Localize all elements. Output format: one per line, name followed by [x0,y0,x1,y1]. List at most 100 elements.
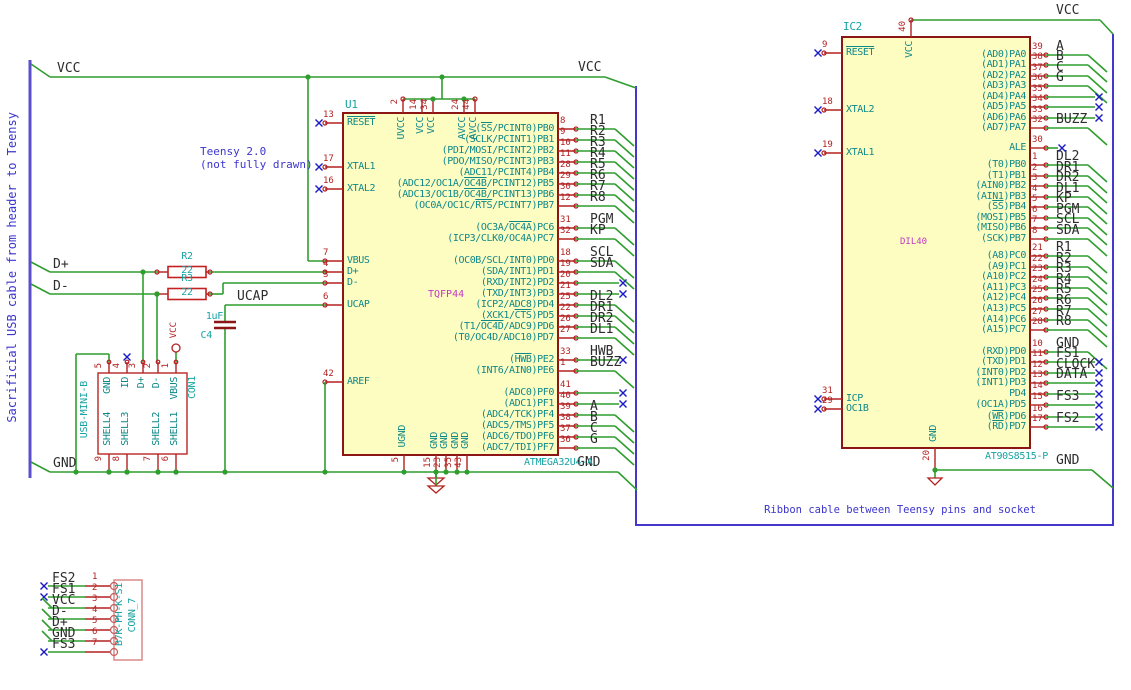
ic2-pin-number: 34 [1032,94,1043,104]
junction-dot [322,469,328,475]
u1-pin-name: (HWB)PE2 [509,354,554,365]
net-label-buzz[interactable]: BUZZ [1056,112,1087,127]
u1-pin-number: 41 [560,380,571,390]
u1-pin-number: 23 [433,457,443,468]
ic2-pin-number: 19 [822,140,833,150]
wire [41,630,53,642]
net-label-dplus[interactable]: D+ [53,257,69,272]
wire [30,261,51,273]
wire [614,370,635,389]
junction-dot [439,74,445,80]
net-label-kp[interactable]: KP [590,223,606,238]
u1-pin-number: 14 [409,99,419,110]
u1-pin-name: (SCLK/PCINT1)PB1 [464,134,554,145]
net-label-sda[interactable]: SDA [590,256,613,271]
cable-note: Sacrificial USB cable from header to Tee… [5,112,19,423]
junction-dot [464,469,470,475]
net-label-g[interactable]: G [590,432,598,447]
u1-pin-name: (SDA/INT1)PD1 [480,266,554,277]
r3-reference[interactable]: R3 [168,273,206,284]
net-label-dminus[interactable]: D- [53,279,69,294]
u1-pin-number: 43 [454,457,464,468]
wire [1091,469,1114,489]
teensy-note-line2: (not fully drawn) [200,158,313,171]
ic2-pin-number: 5 [1032,194,1038,204]
u1-reference[interactable]: U1 [345,98,358,111]
wire [30,63,51,78]
u1-pin-name: XTAL1 [347,161,376,172]
u1-pin-number: 25 [560,292,571,302]
ground-symbol [426,485,446,494]
u1-pin-name: GND [439,431,450,449]
net-label-gnd-ic2[interactable]: GND [1056,453,1079,468]
r2-reference[interactable]: R2 [168,251,206,262]
con1-pin-name: SHELL3 [120,411,131,446]
con1-pin-name: SHELL4 [102,411,113,446]
net-label-fs3[interactable]: FS3 [1056,389,1079,404]
ic2-pin-name: (AD5)PA5 [981,101,1026,112]
u1-pin-number: 38 [560,413,571,423]
ic2-pin-number: 32 [1032,115,1043,125]
junction-dot [430,96,436,102]
net-label-data[interactable]: DATA [1056,367,1087,382]
junction-dot [433,469,439,475]
conn7-reference[interactable]: CONN_7 [127,598,138,632]
con1-value[interactable]: USB-MINI-B [79,381,90,438]
net-label-g[interactable]: G [1056,70,1064,85]
net-label-fs3[interactable]: FS3 [52,637,75,652]
u1-pin-number: 33 [560,347,571,357]
u1-pin-name: AREF [347,376,370,387]
ic2-pin-number: 15 [1032,392,1043,402]
conn7-value[interactable]: B7K-PH-K-S1 [114,583,125,646]
ic2-pin-name: (T0)PB0 [986,159,1027,170]
net-label-r8[interactable]: R8 [1056,314,1072,329]
c4-reference[interactable]: C4 [196,330,213,341]
u1-pin-number: 2 [390,99,400,105]
con1-pin-number: 1 [161,363,171,369]
con1-reference[interactable]: CON1 [187,376,198,399]
con1-pin-name: D- [151,377,162,389]
net-label-fs2[interactable]: FS2 [1056,411,1079,426]
ic2-reference[interactable]: IC2 [843,20,862,33]
net-label-sda[interactable]: SDA [1056,223,1079,238]
u1-pin-number: 37 [560,424,571,434]
junction-dot [155,469,161,475]
wire [1099,19,1114,35]
u1-pin-number: 27 [560,325,571,335]
ic2-pin-name: (A8)PC0 [986,250,1027,261]
u1-pin-name: AVCC [468,117,479,140]
ic2-pin-name: (A15)PC7 [981,324,1026,335]
ground-symbol [926,477,944,486]
ic2-pin-number: 13 [1032,370,1043,380]
junction-dot [106,469,112,475]
ic2-pin-name: (A12)PC4 [981,292,1026,303]
ic2-pin-name: (AD3)PA3 [981,80,1026,91]
u1-pin-name: (PDI/MOSI/PCINT2)PB2 [441,145,555,156]
u1-pin-number: 24 [451,99,461,110]
ic2-pin-number: 28 [1032,317,1043,327]
ic2-value[interactable]: AT90S8515-P [985,451,1048,462]
vcc-power-symbol-label: VCC [169,322,179,339]
ic2-pin-number: 14 [1032,381,1043,391]
u1-pin-name: (OC0B/SCL/INT0)PD0 [452,255,555,266]
u1-pin-number: 21 [560,281,571,291]
net-label-dl1[interactable]: DL1 [590,322,613,337]
net-label-r8[interactable]: R8 [590,190,606,205]
u1-pin-name: (ADC5/TMS)PF5 [480,420,554,431]
u1-pin-number: 40 [560,391,571,401]
net-label-vcc-ic2[interactable]: VCC [1056,3,1079,18]
con1-pin-name: VBUS [169,377,180,400]
u1-pin-name: (ADC11/PCINT4)PB4 [458,167,554,178]
u1-pin-number: 10 [560,138,571,148]
u1-value[interactable]: ATMEGA32U4-A [524,457,593,468]
wire [1087,127,1108,146]
ic2-pin-name: (A13)PC5 [981,303,1026,314]
net-label-vcc-mid[interactable]: VCC [578,60,601,75]
net-label-ucap[interactable]: UCAP [237,289,268,304]
u1-pin-name: (OC3A/OC4A)PC6 [475,222,554,233]
net-label-gnd-left[interactable]: GND [53,456,76,471]
ic2-pin-name: (AIN0)PB2 [975,180,1026,191]
net-label-vcc-left[interactable]: VCC [57,61,80,76]
net-label-buzz[interactable]: BUZZ [590,355,621,370]
u1-pin-number: 36 [560,435,571,445]
